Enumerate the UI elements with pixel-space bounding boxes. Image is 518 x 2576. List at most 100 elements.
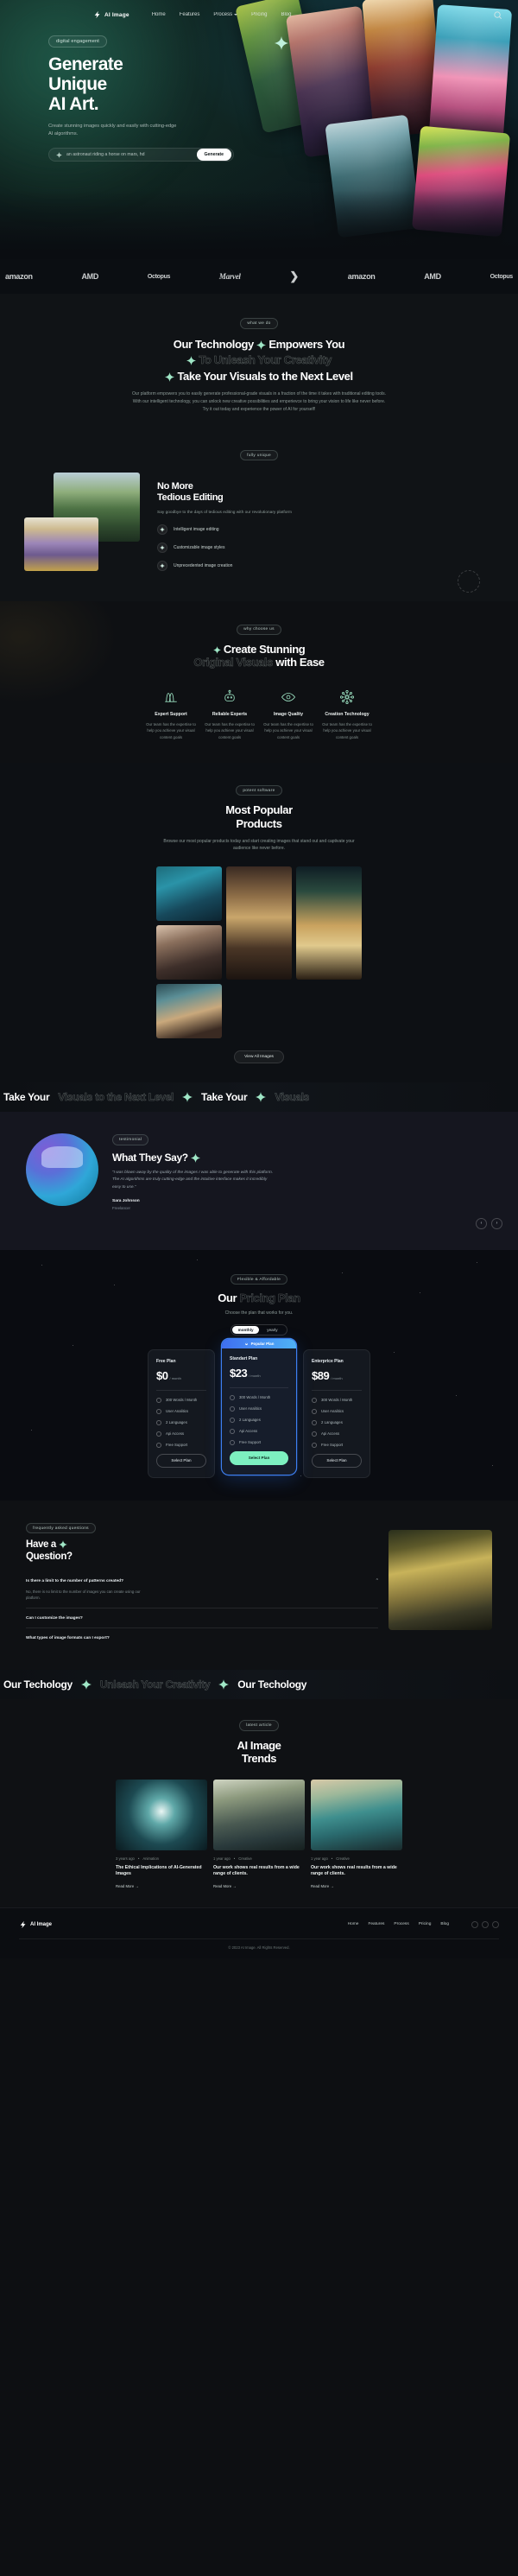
- read-more-label: Read More: [213, 1883, 232, 1888]
- facebook-icon[interactable]: [471, 1920, 478, 1928]
- read-more-link[interactable]: Read More →: [116, 1884, 207, 1888]
- feature-card-text: Our team has the expertise to help you a…: [263, 722, 313, 739]
- popular-plan-label: Popular Plan: [250, 1342, 275, 1347]
- billing-period-toggle[interactable]: monthly yearly: [231, 1324, 287, 1336]
- blog-card[interactable]: 3 years ago • Animation The Ethical Impl…: [116, 1779, 207, 1888]
- dot-separator: •: [233, 1856, 236, 1861]
- nav-label: Features: [179, 12, 200, 17]
- check-circle-icon: [156, 1408, 161, 1414]
- feature-card[interactable]: Reliable Experts Our team has the expert…: [202, 688, 257, 740]
- nav-item-pricing[interactable]: Pricing: [251, 12, 267, 17]
- feature-cards: Expert Support Our team has the expertis…: [0, 688, 518, 740]
- logo-marvel: Marvel: [218, 272, 241, 281]
- check-circle-icon: [230, 1394, 235, 1400]
- sparkle-icon: [186, 356, 197, 366]
- select-plan-button-free[interactable]: Select Plan: [156, 1453, 206, 1468]
- lightning-logo-icon: [94, 10, 100, 19]
- blog-category: Animation: [142, 1856, 159, 1861]
- plan-feature-label: 300 Words / Month: [239, 1395, 271, 1400]
- footer-link-home[interactable]: Home: [348, 1922, 359, 1926]
- read-more-link[interactable]: Read More →: [311, 1884, 402, 1888]
- instagram-icon[interactable]: [492, 1920, 499, 1928]
- nav-item-features[interactable]: Features: [180, 12, 200, 17]
- product-image-4[interactable]: [156, 925, 222, 980]
- footer-link-features[interactable]: Features: [368, 1922, 384, 1926]
- product-image-1[interactable]: [156, 866, 222, 922]
- plan-feature: Api Access: [312, 1431, 362, 1437]
- network-icon: [319, 688, 375, 706]
- nav-item-home[interactable]: Home: [152, 12, 166, 17]
- pricing-subtitle: Choose the plan that works for you.: [224, 1310, 294, 1317]
- search-icon[interactable]: [493, 10, 502, 20]
- faq-item-3[interactable]: What types of image formats can I export…: [26, 1627, 378, 1647]
- read-more-link[interactable]: Read More →: [213, 1884, 305, 1888]
- product-image-5[interactable]: [156, 984, 222, 1039]
- plan-feature-label: Api Access: [239, 1429, 258, 1434]
- products-title-line-1: Most Popular: [225, 803, 293, 817]
- pricing-title: Our Pricing Plan: [0, 1291, 518, 1305]
- twitter-icon[interactable]: [482, 1920, 489, 1928]
- product-image-2[interactable]: [226, 866, 292, 980]
- feature-card[interactable]: Image Quality Our team has the expertise…: [261, 688, 316, 740]
- footer-divider: [19, 1938, 499, 1939]
- view-all-images-button[interactable]: View All Images: [234, 1050, 284, 1064]
- products-title: Most Popular Products: [0, 803, 518, 830]
- footer-link-blog[interactable]: Blog: [440, 1922, 449, 1926]
- product-image-3[interactable]: [296, 866, 362, 980]
- plan-feature: Api Access: [230, 1428, 288, 1434]
- faq-row: frequently asked questions Have a Questi…: [0, 1518, 518, 1647]
- tedious-feature-item: Intelligent image editing: [157, 523, 494, 535]
- sparkle-icon: [218, 1679, 230, 1691]
- plan-name: Standart Plan: [230, 1356, 258, 1362]
- read-more-label: Read More: [116, 1883, 135, 1888]
- feature-label: Customizable image styles: [174, 544, 225, 550]
- select-plan-button-enterprise[interactable]: Select Plan: [312, 1453, 362, 1468]
- nav-item-process[interactable]: Process: [213, 12, 238, 17]
- sparkle-icon: [58, 1540, 67, 1550]
- faq-item-2[interactable]: Can I customize the images?: [26, 1607, 378, 1627]
- logo-strip: amazon AMD Octopus Marvel ❯ amazon AMD O…: [0, 259, 518, 294]
- testimonial-navigation: ‹ ›: [0, 1217, 518, 1229]
- toggle-yearly[interactable]: yearly: [259, 1326, 286, 1334]
- chevron-right-icon[interactable]: ›: [491, 1217, 502, 1229]
- faq-item-1[interactable]: Is there a limit to the number of patter…: [26, 1571, 378, 1608]
- toggle-monthly[interactable]: monthly: [232, 1326, 259, 1334]
- prompt-input[interactable]: [66, 152, 193, 158]
- footer-brand-name: AI Image: [30, 1921, 53, 1927]
- feature-card[interactable]: Creation Technology Our team has the exp…: [319, 688, 375, 740]
- brand-logo[interactable]: AI Image: [93, 10, 130, 19]
- products-title-line-2: Products: [236, 816, 282, 830]
- footer-link-pricing[interactable]: Pricing: [419, 1922, 432, 1926]
- trends-title-line-1: AI Image: [237, 1738, 281, 1752]
- logo-octopus: Octopus: [147, 273, 171, 280]
- faq-list: Is there a limit to the number of patter…: [26, 1571, 378, 1647]
- plan-feature-label: 300 Words / Month: [166, 1398, 198, 1403]
- chevron-left-icon[interactable]: ‹: [476, 1217, 487, 1229]
- feature-card[interactable]: Expert Support Our team has the expertis…: [143, 688, 199, 740]
- pricing-title-outline: Pricing Plan: [239, 1291, 300, 1305]
- plan-feature-label: 2 Languages: [239, 1418, 261, 1423]
- tedious-tag-wrap: fully unique: [0, 445, 518, 461]
- technology-section: what we do Our Technology Empowers You T…: [0, 294, 518, 436]
- plan-feature-label: 300 Words / Month: [321, 1398, 353, 1403]
- marquee-item: Visuals to the Next Level: [58, 1091, 174, 1104]
- check-circle-icon: [312, 1397, 317, 1403]
- footer-link-process[interactable]: Process: [394, 1922, 408, 1926]
- footer-brand[interactable]: AI Image: [19, 1920, 52, 1929]
- blog-card[interactable]: 1 year ago • Creative Our work shows rea…: [311, 1779, 402, 1888]
- plan-price: $0 / month: [156, 1369, 206, 1382]
- blog-card[interactable]: 1 year ago • Creative Our work shows rea…: [213, 1779, 305, 1888]
- divider: [230, 1387, 288, 1388]
- tedious-title-line-2: Tedious Editing: [157, 492, 224, 503]
- check-circle-icon: [230, 1428, 235, 1434]
- select-plan-button-standard[interactable]: Select Plan: [230, 1450, 288, 1465]
- hero-pill: digital engagement: [48, 35, 107, 48]
- marquee-item: Take Your: [3, 1091, 50, 1104]
- plan-feature: 2 Languages: [312, 1419, 362, 1425]
- testimonial-author-role: Freelancer: [112, 1205, 130, 1210]
- page-root: AI Image Home Features Process Pricing B…: [0, 0, 518, 1959]
- nav-item-blog[interactable]: Blog: [281, 12, 291, 17]
- generate-button[interactable]: Generate: [196, 149, 231, 162]
- chevron-up-icon[interactable]: ^: [376, 1578, 378, 1583]
- logo-amazon: amazon: [5, 272, 33, 281]
